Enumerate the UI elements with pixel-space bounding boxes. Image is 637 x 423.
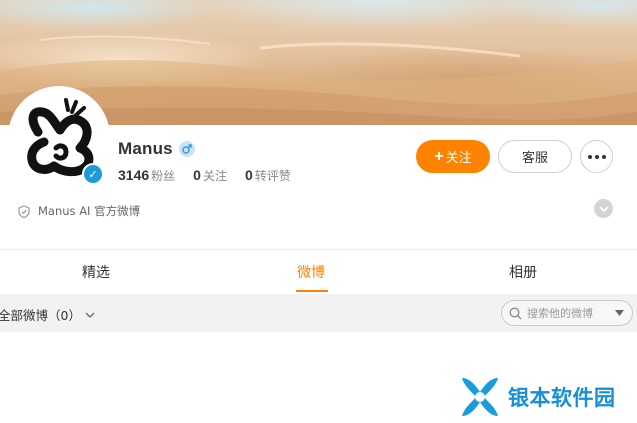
- stat-value: 0: [193, 167, 201, 183]
- filter-dropdown[interactable]: 全部微博（0）: [0, 305, 95, 324]
- profile-stats: 3146 粉丝 0 关注 0 转评赞: [118, 167, 309, 184]
- customer-service-button[interactable]: 客服: [498, 140, 572, 173]
- search-icon: [509, 307, 522, 319]
- filter-label: 全部微博（0）: [0, 308, 81, 323]
- search-box[interactable]: [501, 300, 633, 326]
- plus-icon: +: [434, 147, 444, 165]
- search-input[interactable]: [527, 306, 611, 320]
- more-icon: [587, 154, 606, 159]
- shield-icon: [18, 204, 30, 218]
- expand-info-button[interactable]: [594, 199, 613, 218]
- follow-button-label: 关注: [445, 150, 472, 165]
- watermark: 银本软件园: [456, 374, 616, 420]
- follow-button[interactable]: + 关注: [416, 140, 490, 173]
- more-button[interactable]: [580, 140, 613, 173]
- stat-label: 粉丝: [151, 169, 176, 183]
- chevron-down-icon: [85, 312, 95, 318]
- verification-text: Manus AI 官方微博: [38, 204, 141, 218]
- stat-value: 3146: [118, 167, 150, 183]
- tab-weibo[interactable]: 微博: [297, 262, 325, 282]
- tab-album[interactable]: 相册: [509, 262, 537, 282]
- stat-label: 转评赞: [254, 169, 291, 183]
- active-tab-indicator: [296, 290, 328, 292]
- watermark-logo-icon: [462, 378, 498, 416]
- profile-name: Manus: [118, 139, 173, 158]
- watermark-text: 银本软件园: [508, 386, 616, 410]
- stat-followers[interactable]: 3146 粉丝: [118, 167, 175, 184]
- profile-name-row: Manus: [118, 139, 195, 159]
- stat-value: 0: [244, 167, 253, 183]
- tabs-divider: [0, 249, 637, 250]
- chevron-down-icon: [598, 205, 609, 212]
- verified-icon: ✓: [84, 165, 102, 183]
- stat-reposts-comments-likes[interactable]: 0 转评赞: [245, 167, 291, 184]
- tab-featured[interactable]: 精选: [82, 262, 110, 282]
- male-icon: [178, 141, 195, 157]
- verified-badge: ✓: [82, 163, 104, 185]
- verification-info: Manus AI 官方微博: [18, 203, 140, 219]
- caret-down-icon[interactable]: [615, 310, 624, 316]
- stat-label: 关注: [202, 169, 227, 183]
- stat-following[interactable]: 0 关注: [193, 167, 227, 184]
